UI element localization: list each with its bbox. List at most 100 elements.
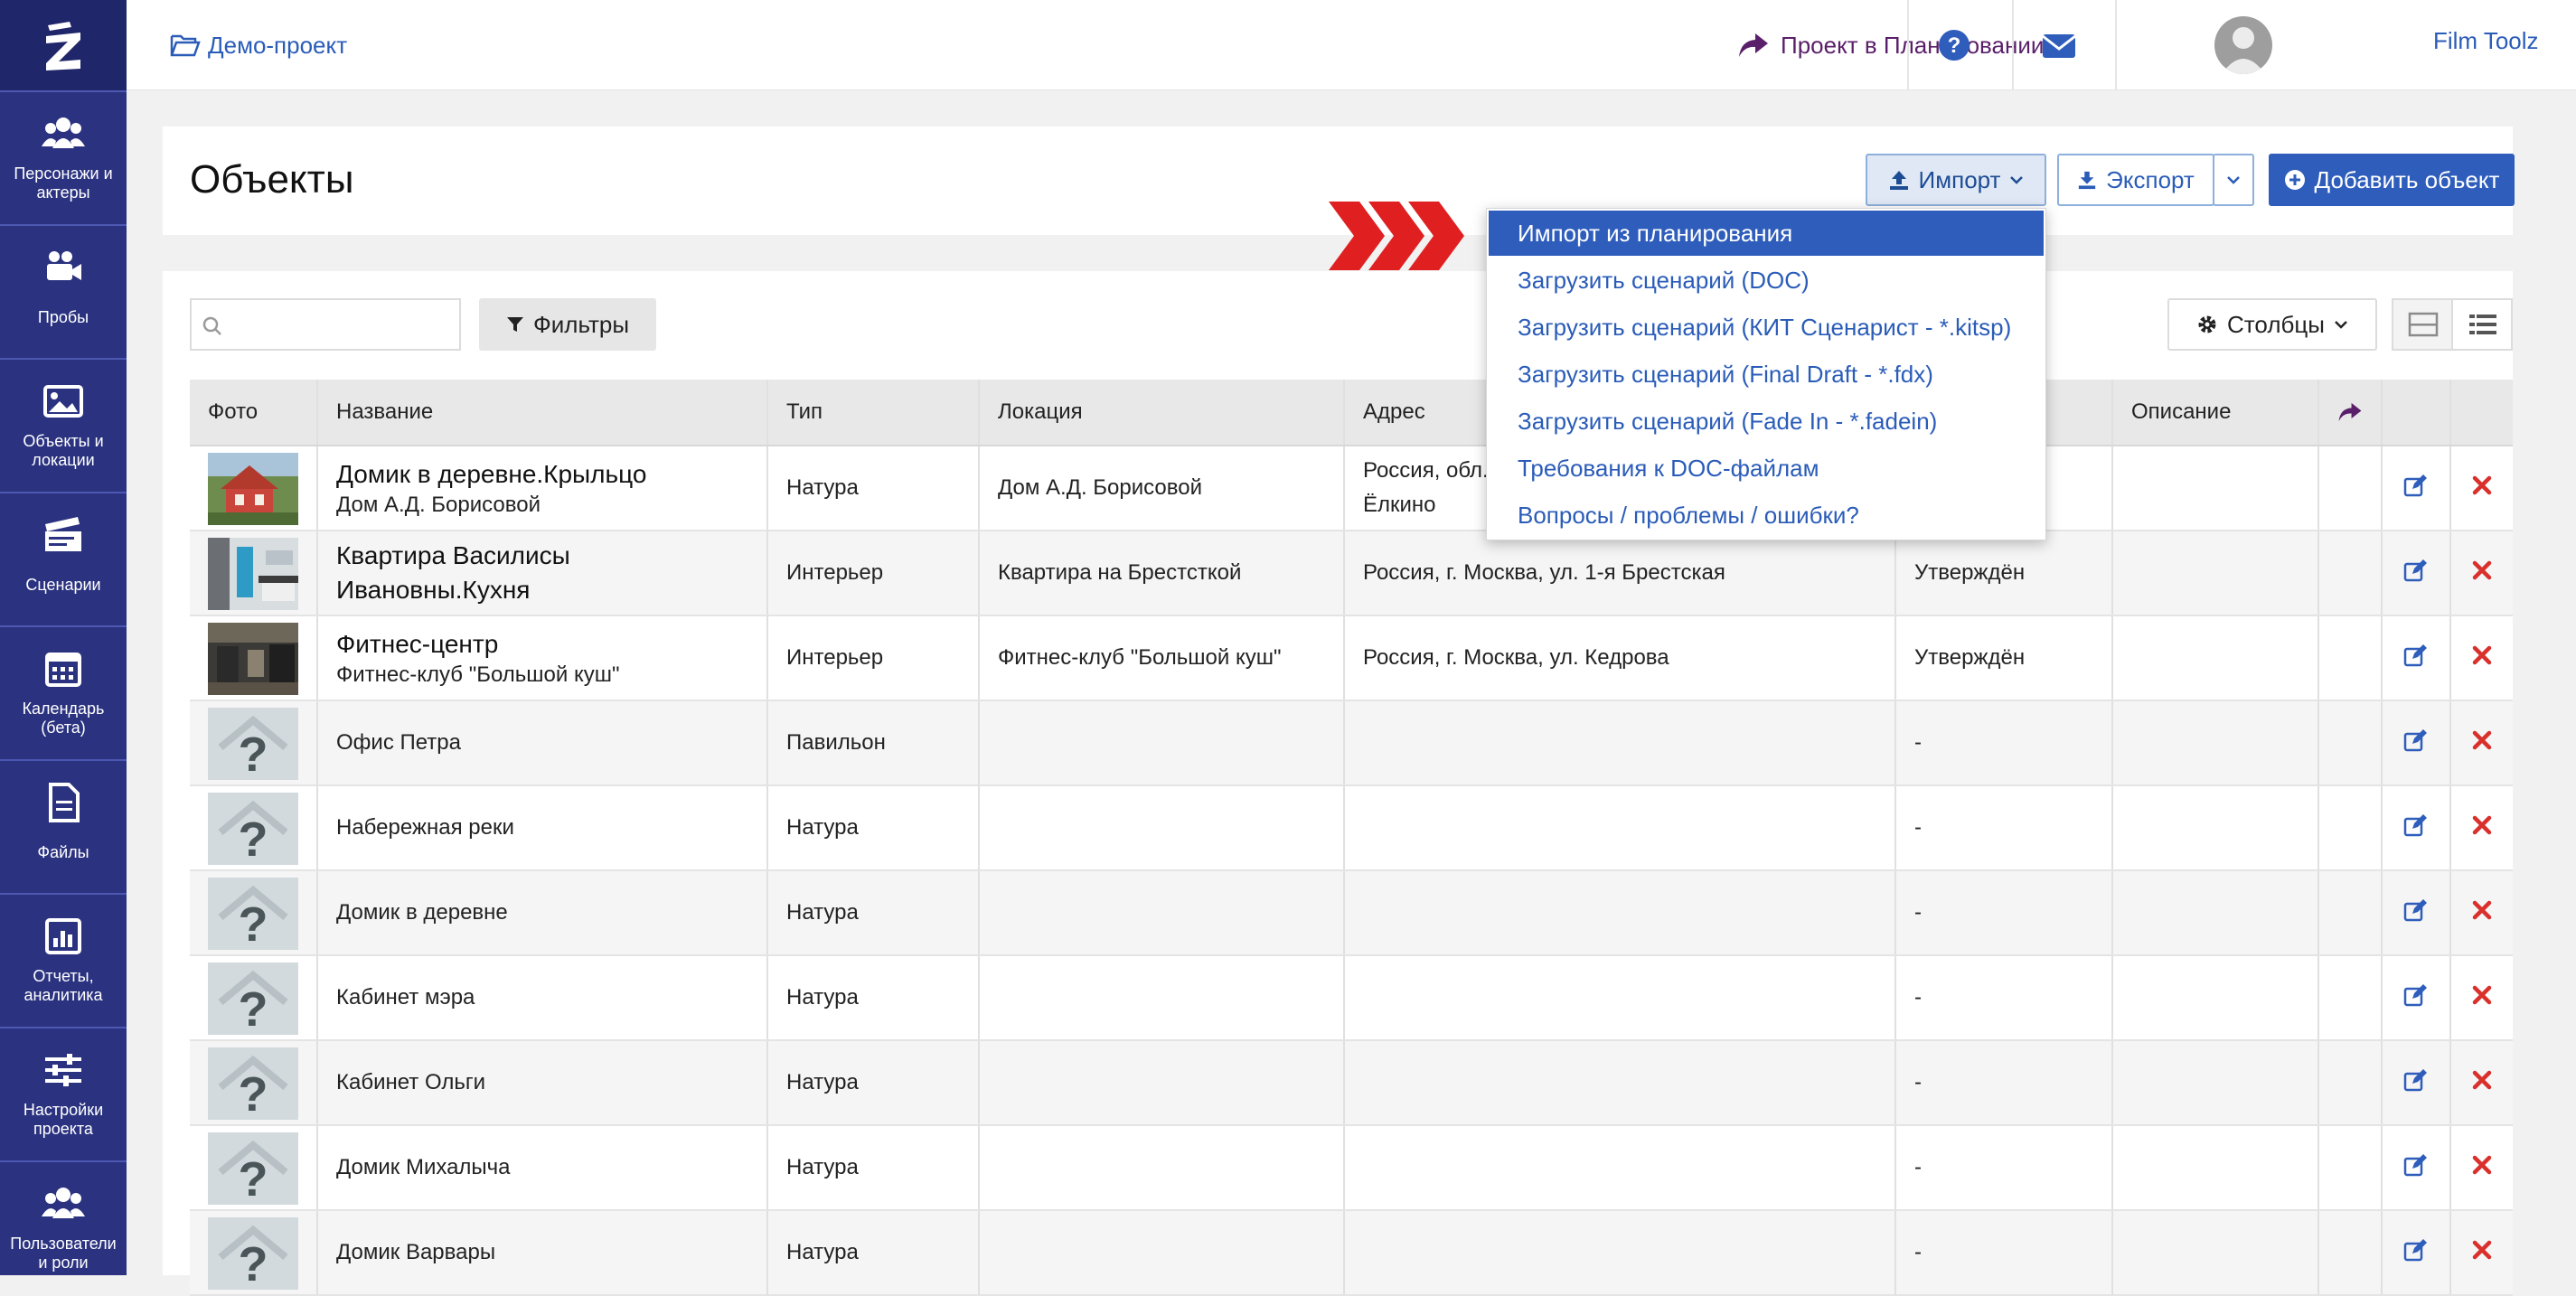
planning-label: Проект в Планировании xyxy=(1781,31,2045,59)
delete-icon[interactable] xyxy=(2472,560,2492,587)
add-object-button[interactable]: Добавить объект xyxy=(2269,154,2515,206)
delete-icon[interactable] xyxy=(2472,815,2492,841)
sidebar-item-objects[interactable]: Объекты и локации xyxy=(0,358,127,492)
object-name[interactable]: Набережная реки xyxy=(336,815,514,841)
envelope-icon[interactable] xyxy=(2041,29,2077,61)
placeholder-image-icon[interactable]: ? xyxy=(208,793,298,867)
project-link[interactable]: Демо-проект xyxy=(170,27,347,63)
photo-cell xyxy=(190,531,316,615)
edit-icon[interactable] xyxy=(2403,1153,2429,1183)
table-row[interactable]: ? Домик Варвары Натура - xyxy=(190,1211,2513,1296)
sidebar-item-calendar[interactable]: Календарь (бета) xyxy=(0,625,127,759)
table-row[interactable]: Фитнес-центр Фитнес-клуб "Большой куш" Инт… xyxy=(190,616,2513,701)
description-cell xyxy=(2111,1041,2317,1124)
edit-icon[interactable] xyxy=(2403,728,2429,758)
edit-icon[interactable] xyxy=(2403,983,2429,1013)
table-row[interactable]: Домик в деревне.Крыльцо Дом А.Д. Борисово… xyxy=(190,446,2513,531)
menu-item-upload-kitsp[interactable]: Загрузить сценарий (КИТ Сценарист - *.ki… xyxy=(1489,305,2044,350)
placeholder-image-icon[interactable]: ? xyxy=(208,963,298,1037)
table-row[interactable]: ? Кабинет мэра Натура - xyxy=(190,956,2513,1041)
placeholder-image-icon[interactable]: ? xyxy=(208,1217,298,1291)
object-address: Россия, г. Москва, ул. 1-я Брестская xyxy=(1363,560,1725,585)
edit-icon[interactable] xyxy=(2403,898,2429,928)
object-name[interactable]: Домик в деревне xyxy=(336,900,508,925)
view-compact-toggle[interactable] xyxy=(2392,298,2453,351)
object-name[interactable]: Кабинет Ольги xyxy=(336,1070,485,1095)
column-header-photo[interactable]: Фото xyxy=(190,380,316,445)
delete-icon[interactable] xyxy=(2472,645,2492,671)
sidebar-item-reports[interactable]: Отчеты, аналитика xyxy=(0,893,127,1027)
object-name[interactable]: Домик Михалыча xyxy=(336,1155,511,1180)
table-row[interactable]: ? Домик в деревне Натура - xyxy=(190,871,2513,956)
edit-cell xyxy=(2381,871,2449,954)
export-button[interactable]: Экспорт xyxy=(2057,154,2214,206)
object-photo[interactable] xyxy=(208,538,298,610)
object-photo[interactable] xyxy=(208,453,298,525)
planning-link[interactable]: Проект в Планировании xyxy=(1737,27,2044,63)
edit-icon[interactable] xyxy=(2403,1238,2429,1268)
edit-icon[interactable] xyxy=(2403,559,2429,588)
filters-button[interactable]: Фильтры xyxy=(479,298,656,351)
delete-icon[interactable] xyxy=(2472,900,2492,926)
menu-item-upload-fadein[interactable]: Загрузить сценарий (Fade In - *.fadein) xyxy=(1489,399,2044,444)
search-input[interactable] xyxy=(190,298,461,351)
menu-item-upload-fdx[interactable]: Загрузить сценарий (Final Draft - *.fdx) xyxy=(1489,352,2044,397)
object-photo[interactable] xyxy=(208,623,298,695)
table-row[interactable]: ? Домик Михалыча Натура - xyxy=(190,1126,2513,1211)
placeholder-image-icon[interactable]: ? xyxy=(208,708,298,782)
object-name[interactable]: Фитнес-центр xyxy=(336,627,620,662)
delete-icon[interactable] xyxy=(2472,730,2492,756)
sidebar-item-scripts[interactable]: Сценарии xyxy=(0,492,127,625)
placeholder-image-icon[interactable]: ? xyxy=(208,878,298,952)
sidebar-item-label: Настройки проекта xyxy=(23,1101,104,1138)
import-button[interactable]: Импорт xyxy=(1866,154,2046,206)
column-header-type[interactable]: Тип xyxy=(766,380,978,445)
delete-icon[interactable] xyxy=(2472,1070,2492,1096)
table-row[interactable]: ? Кабинет Ольги Натура - xyxy=(190,1041,2513,1126)
help-icon[interactable]: ? xyxy=(1938,29,1970,61)
table-row[interactable]: Квартира Василисы Ивановны.Кухня Интерьер К… xyxy=(190,531,2513,616)
column-header-description[interactable]: Описание xyxy=(2111,380,2317,445)
column-header-location[interactable]: Локация xyxy=(978,380,1343,445)
object-name[interactable]: Офис Петра xyxy=(336,730,461,756)
object-name[interactable]: Домик Варвары xyxy=(336,1240,495,1265)
table-row[interactable]: ? Офис Петра Павильон - xyxy=(190,701,2513,786)
delete-icon[interactable] xyxy=(2472,1155,2492,1181)
placeholder-image-icon[interactable]: ? xyxy=(208,1047,298,1122)
sidebar-item-settings[interactable]: Настройки проекта xyxy=(0,1027,127,1160)
sidebar-item-screen-tests[interactable]: Пробы xyxy=(0,224,127,358)
edit-icon[interactable] xyxy=(2403,643,2429,673)
object-name[interactable]: Квартира Василисы xyxy=(336,539,570,573)
column-header-name[interactable]: Название xyxy=(316,380,766,445)
menu-item-questions[interactable]: Вопросы / проблемы / ошибки? xyxy=(1489,493,2044,538)
view-list-toggle[interactable] xyxy=(2451,298,2513,351)
delete-icon[interactable] xyxy=(2472,475,2492,502)
delete-icon[interactable] xyxy=(2472,985,2492,1011)
user-name[interactable]: Film Toolz xyxy=(2433,27,2539,55)
menu-item-doc-requirements[interactable]: Требования к DOC-файлам xyxy=(1489,446,2044,491)
column-header-share[interactable] xyxy=(2317,380,2381,445)
object-name-line2[interactable]: Ивановны.Кухня xyxy=(336,573,570,607)
menu-item-import-from-planning[interactable]: Импорт из планирования xyxy=(1489,211,2044,256)
columns-button[interactable]: Столбцы xyxy=(2167,298,2377,351)
menu-item-upload-doc[interactable]: Загрузить сценарий (DOC) xyxy=(1489,258,2044,303)
edit-icon[interactable] xyxy=(2403,813,2429,843)
edit-icon[interactable] xyxy=(2403,474,2429,503)
sidebar-item-characters[interactable]: Персонажи и актеры xyxy=(0,90,127,224)
object-name[interactable]: Кабинет мэра xyxy=(336,985,475,1010)
sidebar-item-files[interactable]: Файлы xyxy=(0,759,127,893)
object-address: Россия, обл. xyxy=(1363,458,1489,483)
placeholder-image-icon[interactable]: ? xyxy=(208,1132,298,1207)
delete-icon[interactable] xyxy=(2472,1240,2492,1266)
sidebar-item-users[interactable]: Пользователи и роли xyxy=(0,1160,127,1294)
avatar[interactable] xyxy=(2214,16,2272,74)
chevron-down-icon xyxy=(2227,176,2240,184)
object-name[interactable]: Домик в деревне.Крыльцо xyxy=(336,457,646,492)
export-dropdown-toggle[interactable] xyxy=(2213,154,2254,206)
gear-icon xyxy=(2198,315,2216,333)
location-cell xyxy=(978,701,1343,784)
app-logo[interactable] xyxy=(0,0,127,90)
table-row[interactable]: ? Набережная реки Натура - xyxy=(190,786,2513,871)
photo-cell xyxy=(190,616,316,700)
edit-icon[interactable] xyxy=(2403,1068,2429,1098)
